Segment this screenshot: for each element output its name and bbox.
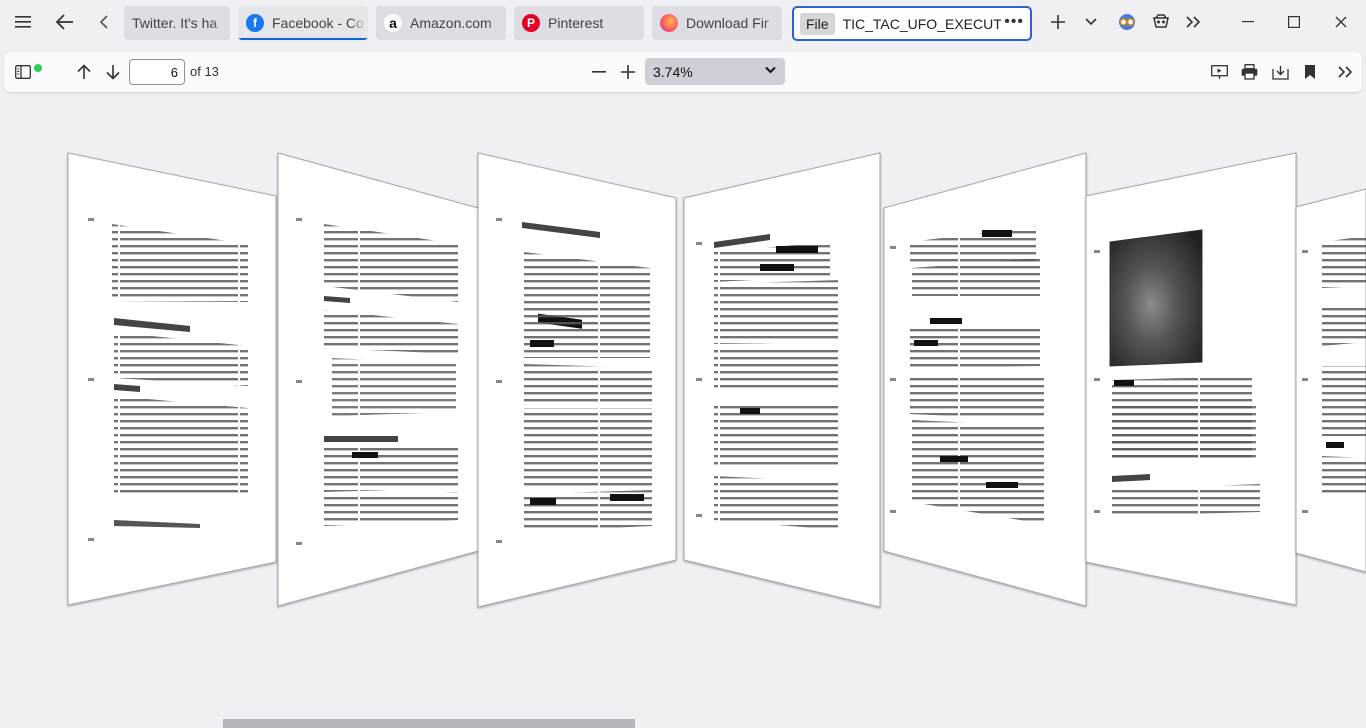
tab-label: Twitter. It's ha <box>132 15 218 31</box>
tab-facebook[interactable]: f Facebook - Co <box>238 6 368 40</box>
page-flow-svg <box>67 152 1366 608</box>
print-icon[interactable] <box>1234 56 1264 88</box>
pdf-page-thumbnail[interactable] <box>67 152 277 606</box>
horizontal-scrollbar-thumb[interactable] <box>223 719 635 728</box>
close-window-icon[interactable] <box>1325 6 1357 38</box>
pdf-page-thumbnail-current[interactable] <box>683 152 881 608</box>
toolbar-overflow-chevrons-icon[interactable] <box>1330 56 1360 88</box>
tab-pinterest[interactable]: P Pinterest <box>514 6 644 40</box>
overflow-chevrons-icon[interactable] <box>1177 6 1209 38</box>
file-name: TIC_TAC_UFO_EXECUTIVE <box>842 15 1001 32</box>
tab-list-chevron-icon[interactable] <box>1076 6 1106 38</box>
more-options-icon[interactable]: ••• <box>1004 13 1024 31</box>
pdf-page-thumbnail[interactable] <box>1085 152 1297 606</box>
zoom-value: 3.74% <box>653 63 693 80</box>
tab-amazon[interactable]: a Amazon.com <box>376 6 506 40</box>
minimize-icon[interactable] <box>1232 6 1264 38</box>
tab-download-firefox[interactable]: Download Fir <box>652 6 782 40</box>
tab-label: Amazon.com <box>410 15 492 31</box>
zoom-out-icon[interactable] <box>584 56 614 88</box>
page-count-label: of 13 <box>190 64 219 79</box>
pdf-page-thumbnail[interactable] <box>277 152 479 607</box>
tab-twitter[interactable]: Twitter. It's ha <box>124 6 230 40</box>
firefox-icon <box>660 14 678 32</box>
new-tab-plus-icon[interactable] <box>1042 6 1074 38</box>
pdf-page-thumbnail[interactable] <box>477 152 677 608</box>
pdf-page-carousel[interactable] <box>0 96 1366 728</box>
pdf-page-thumbnail[interactable] <box>883 152 1087 607</box>
tab-pdf-file[interactable]: File TIC_TAC_UFO_EXECUTIVE ••• <box>792 6 1032 41</box>
tab-label: Facebook - Co <box>272 15 364 31</box>
next-page-arrow-icon[interactable] <box>98 56 128 88</box>
presentation-mode-icon[interactable] <box>1204 56 1234 88</box>
extension-glasses-icon[interactable] <box>1111 6 1143 38</box>
browser-tab-bar: Twitter. It's ha f Facebook - Co a Amazo… <box>0 0 1366 44</box>
menu-icon[interactable] <box>7 6 39 38</box>
bookmark-icon[interactable] <box>1295 56 1325 88</box>
facebook-icon: f <box>246 14 264 32</box>
tab-label: Download Fir <box>686 15 769 31</box>
sidebar-toggle-icon[interactable] <box>8 56 42 88</box>
back-arrow-icon[interactable] <box>49 6 81 38</box>
zoom-in-icon[interactable] <box>613 56 643 88</box>
tab-label: Pinterest <box>548 15 604 31</box>
extension-mask-icon[interactable] <box>1145 6 1177 38</box>
pdf-toolbar: of 13 3.74% <box>4 52 1362 92</box>
file-chip: File <box>800 12 835 35</box>
active-tab-indicator <box>238 38 368 40</box>
tab-scroll-left-icon[interactable] <box>88 6 120 38</box>
pinterest-icon: P <box>522 14 540 32</box>
maximize-icon[interactable] <box>1278 6 1310 38</box>
previous-page-arrow-icon[interactable] <box>69 56 99 88</box>
save-download-icon[interactable] <box>1265 56 1295 88</box>
pdf-page-thumbnail[interactable] <box>1295 188 1366 573</box>
chevron-down-icon <box>765 63 776 77</box>
amazon-icon: a <box>384 14 402 32</box>
zoom-select[interactable]: 3.74% <box>645 58 785 85</box>
page-number-input[interactable] <box>129 59 185 85</box>
notification-dot <box>34 64 42 72</box>
